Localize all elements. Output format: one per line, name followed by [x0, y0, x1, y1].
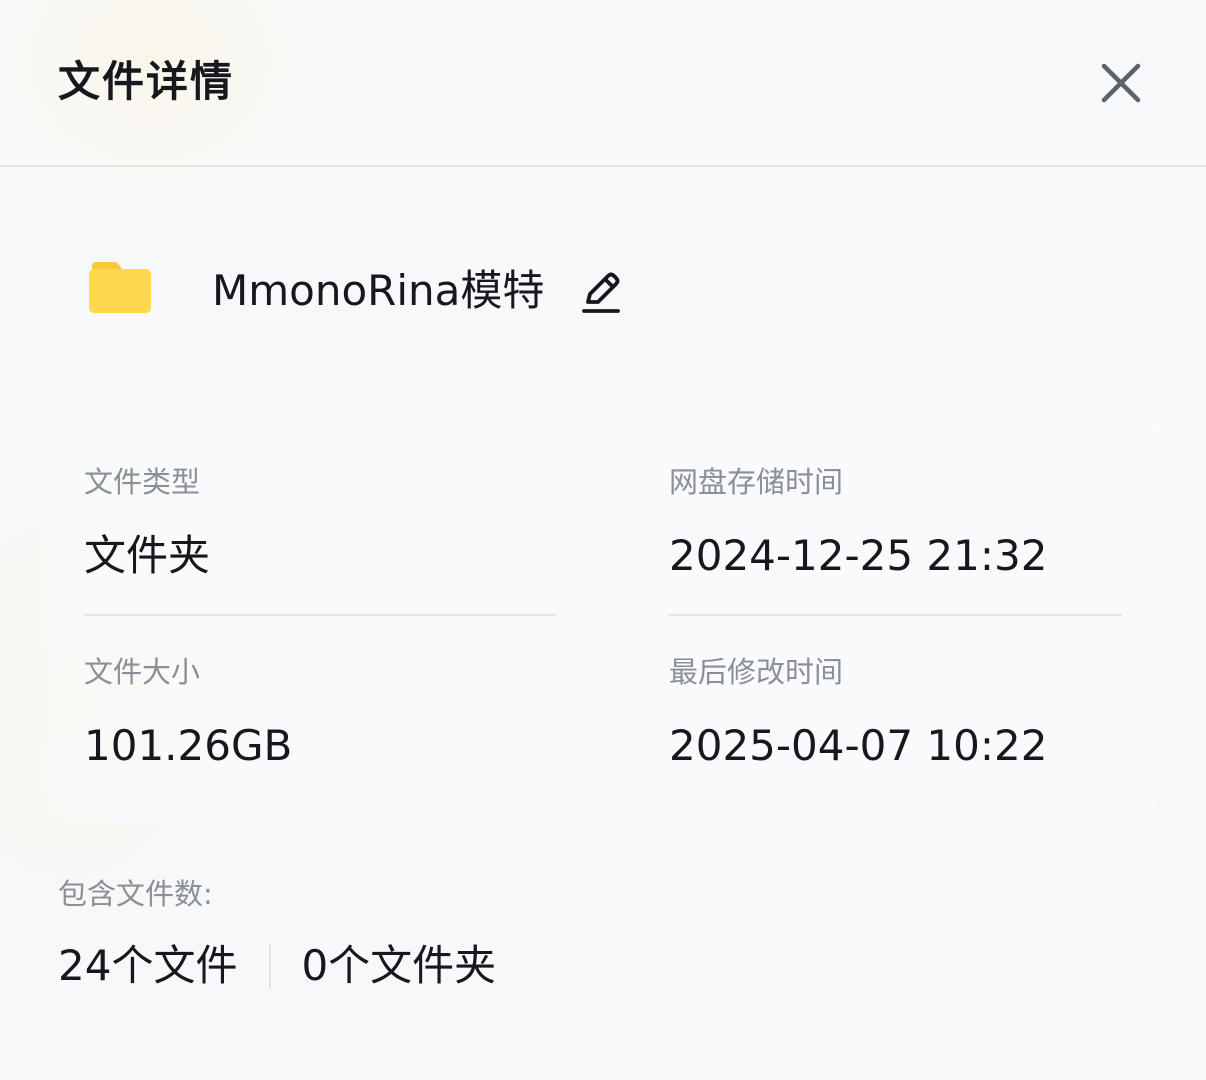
file-type-label: 文件类型 [84, 465, 201, 499]
rename-button[interactable] [578, 268, 624, 316]
close-button[interactable] [1094, 56, 1148, 110]
contents-counts: 24个文件 0个文件夹 [58, 938, 496, 994]
storage-time-value: 2024-12-25 21:32 [669, 531, 1048, 580]
modified-time-field: 最后修改时间 2025-04-07 10:22 [669, 654, 1141, 772]
header: 文件详情 [0, 0, 1206, 167]
file-info-card: 文件类型 文件夹 网盘存储时间 2024-12-25 21:32 文件大小 10… [46, 408, 1160, 822]
edit-pencil-icon [582, 272, 620, 313]
modified-time-value: 2025-04-07 10:22 [669, 721, 1048, 770]
file-size-label: 文件大小 [84, 655, 201, 689]
page-title: 文件详情 [58, 57, 235, 106]
file-details-panel: 文件详情 MmonoRina模特 文件类型 文件夹 网盘存储时间 2024-12… [0, 0, 1206, 1080]
file-name: MmonoRina模特 [212, 266, 545, 315]
file-count: 24个文件 [58, 941, 238, 990]
file-name-row: MmonoRina模特 [0, 240, 1206, 350]
folder-icon [89, 262, 151, 313]
storage-time-label: 网盘存储时间 [669, 465, 844, 499]
file-type-field: 文件类型 文件夹 [84, 464, 556, 582]
file-size-value: 101.26GB [84, 721, 293, 770]
divider [84, 614, 556, 616]
modified-time-label: 最后修改时间 [669, 655, 844, 689]
divider [669, 614, 1122, 616]
close-icon [1101, 63, 1141, 103]
contents-label: 包含文件数: [58, 877, 213, 911]
folder-count: 0个文件夹 [301, 941, 497, 990]
file-size-field: 文件大小 101.26GB [84, 654, 556, 772]
file-type-value: 文件夹 [84, 531, 211, 580]
storage-time-field: 网盘存储时间 2024-12-25 21:32 [669, 464, 1141, 582]
divider [269, 944, 272, 988]
